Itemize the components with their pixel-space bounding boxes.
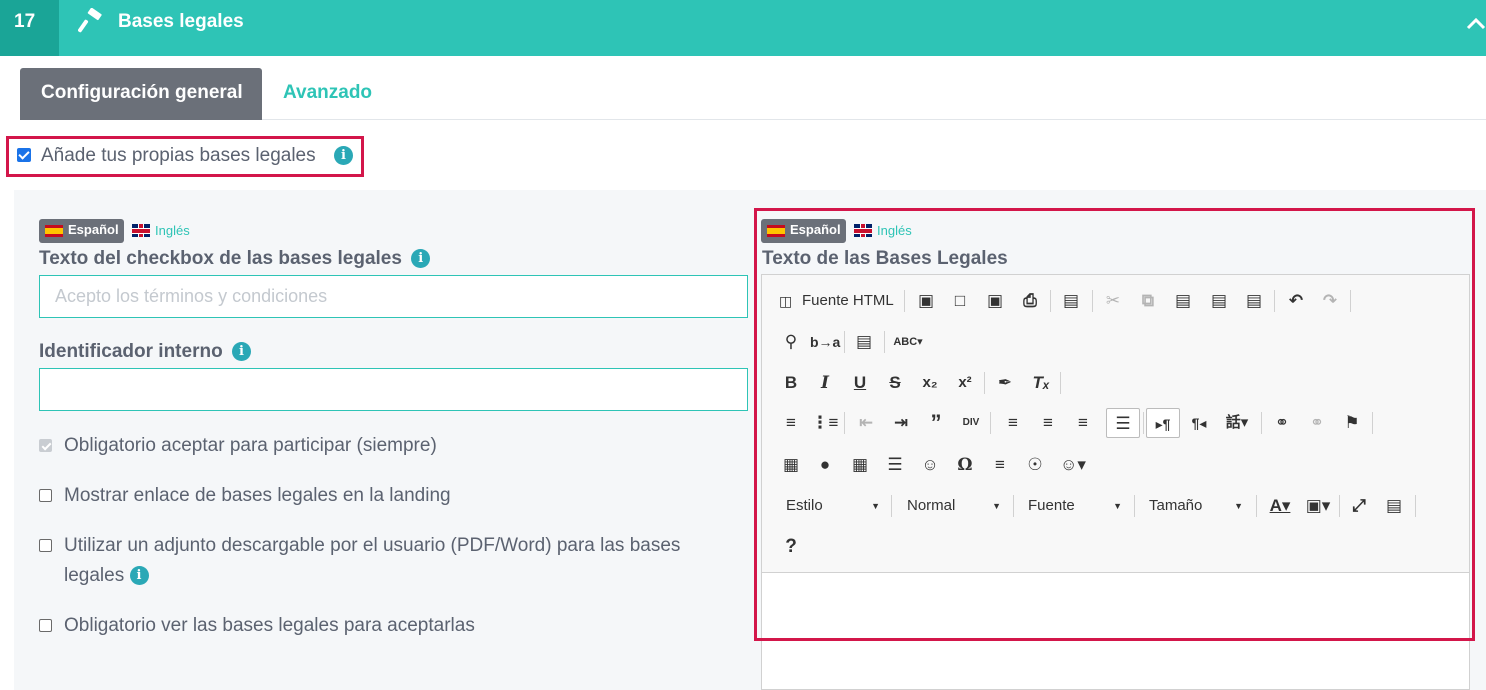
option-downloadable-attachment[interactable]: Utilizar un adjunto descargable por el u… [39, 531, 739, 591]
lang-english-link[interactable]: Inglés [155, 223, 190, 238]
lang-spanish-button[interactable]: Español [39, 219, 124, 243]
gavel-icon [78, 8, 102, 33]
mandatory-view-label[interactable]: Obligatorio ver las bases legales para a… [64, 611, 734, 641]
section-title: Bases legales [118, 11, 244, 32]
downloadable-attachment-label[interactable]: Utilizar un adjunto descargable por el u… [64, 531, 734, 591]
internal-id-label: Identificador interno i [39, 341, 251, 363]
option-show-link[interactable]: Mostrar enlace de bases legales en la la… [39, 481, 739, 511]
show-link-label[interactable]: Mostrar enlace de bases legales en la la… [64, 481, 734, 511]
tab-advanced[interactable]: Avanzado [283, 82, 372, 104]
downloadable-attachment-checkbox[interactable] [39, 539, 52, 552]
checkbox-text-input[interactable] [39, 275, 748, 318]
option-mandatory-accept: Obligatorio aceptar para participar (sie… [39, 431, 739, 461]
own-legal-bases-label[interactable]: Añade tus propias bases legales [41, 145, 316, 167]
uk-flag-icon [132, 224, 150, 237]
spain-flag-icon [45, 225, 63, 237]
downloadable-attachment-text: Utilizar un adjunto descargable por el u… [64, 535, 681, 586]
own-legal-bases-checkbox[interactable] [17, 148, 31, 162]
checkbox-text-label-text: Texto del checkbox de las bases legales [39, 248, 402, 269]
step-number: 17 [0, 0, 59, 56]
tab-bar: Configuración general Avanzado [20, 68, 1486, 120]
info-icon[interactable]: i [334, 146, 353, 165]
own-legal-bases-highlight: Añade tus propias bases legales i [6, 136, 364, 177]
info-icon[interactable]: i [231, 342, 251, 362]
show-link-checkbox[interactable] [39, 489, 52, 502]
mandatory-accept-label: Obligatorio aceptar para participar (sie… [64, 435, 437, 456]
lang-spanish-label: Español [68, 222, 119, 237]
chevron-up-icon[interactable] [1466, 16, 1486, 30]
tab-general-config[interactable]: Configuración general [20, 68, 262, 120]
checkbox-text-label: Texto del checkbox de las bases legales … [39, 248, 431, 270]
internal-id-label-text: Identificador interno [39, 341, 223, 362]
legal-text-editor-highlight [754, 208, 1475, 641]
internal-id-input[interactable] [39, 368, 748, 411]
mandatory-view-checkbox[interactable] [39, 619, 52, 632]
section-header[interactable]: 17 Bases legales [0, 0, 1486, 56]
info-icon[interactable]: i [129, 566, 149, 586]
info-icon[interactable]: i [411, 249, 431, 269]
option-mandatory-view[interactable]: Obligatorio ver las bases legales para a… [39, 611, 739, 641]
mandatory-accept-checkbox [39, 439, 52, 452]
